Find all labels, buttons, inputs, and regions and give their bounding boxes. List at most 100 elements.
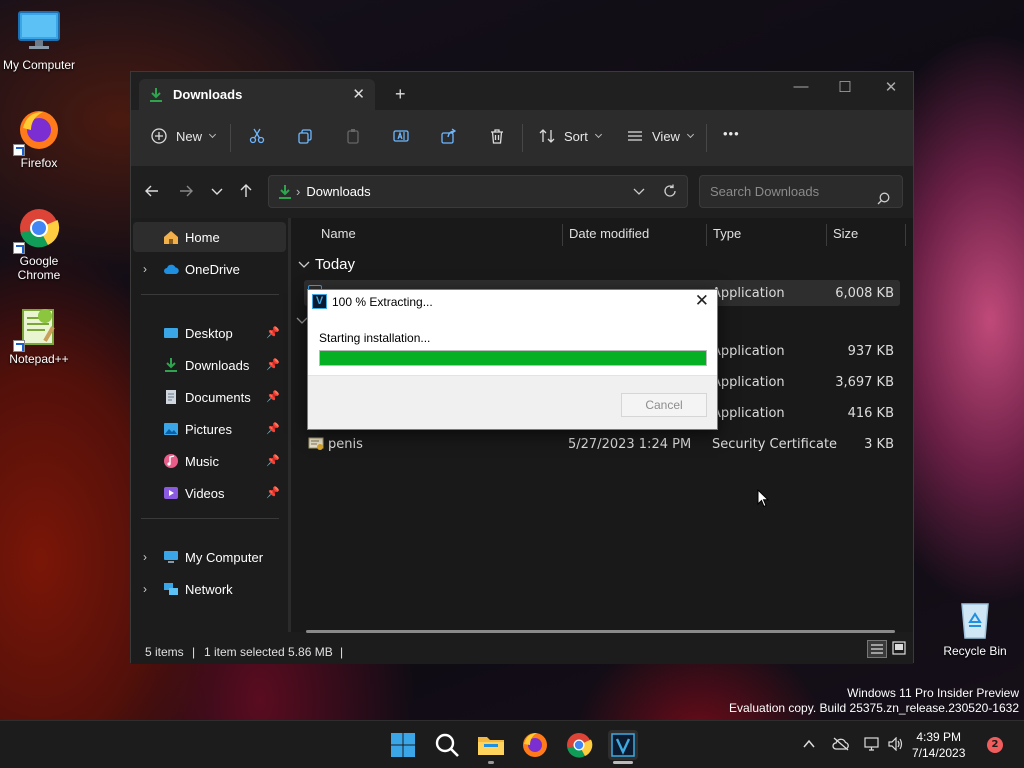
rename-button[interactable] [393,128,409,144]
nav-label: My Computer [185,549,264,565]
file-type: Application [712,406,785,421]
taskbar-file-explorer[interactable] [476,730,506,764]
tab-downloads[interactable]: Downloads ✕ [139,79,375,110]
nav-label: Desktop [185,325,233,341]
taskbar-firefox[interactable] [520,730,550,760]
chevron-down-icon [211,188,223,195]
search-input[interactable]: Search Downloads [699,175,903,208]
desktop-icon-notepadpp[interactable]: Notepad++ [0,304,78,366]
address-bar[interactable]: › Downloads [268,175,688,208]
evaluation-watermark: Windows 11 Pro Insider Preview Evaluatio… [729,686,1019,716]
paste-button[interactable] [345,128,361,144]
nav-item-downloads[interactable]: Downloads 📌 [133,350,286,380]
taskbar-chrome[interactable] [564,730,594,760]
progress-fill [320,351,706,365]
delete-button[interactable] [489,128,505,144]
nav-item-onedrive[interactable]: OneDrive [133,254,286,284]
search-icon [877,185,890,216]
clipboard-icon [347,129,359,144]
mouse-cursor-icon [757,489,769,508]
sort-button[interactable]: Sort [539,128,602,144]
nav-item-pictures[interactable]: Pictures 📌 [133,414,286,444]
certificate-icon [308,436,324,456]
minimize-button[interactable]: — [781,78,821,95]
refresh-icon[interactable] [663,184,677,201]
more-options-button[interactable]: ••• [723,126,740,141]
details-view-button[interactable] [867,640,887,658]
notification-badge[interactable]: 2 [987,737,1003,753]
dialog-body: Starting installation... [308,314,717,376]
show-hidden-icons-button[interactable] [802,737,816,755]
desktop-icon-firefox[interactable]: Firefox [0,108,78,170]
file-size: 6,008 KB [835,286,894,301]
address-history-chevron-icon[interactable] [633,185,645,200]
shortcut-arrow-icon [13,340,25,352]
onedrive-tray-icon[interactable] [832,737,850,755]
nav-item-home[interactable]: Home [133,222,286,252]
pictures-icon [163,421,179,437]
close-window-button[interactable]: ✕ [871,78,911,96]
shortcut-arrow-icon [13,144,25,156]
nav-item-music[interactable]: Music 📌 [133,446,286,476]
document-icon [163,389,179,405]
arrow-left-icon [145,185,158,197]
music-icon [163,453,179,469]
desktop-icon-label: Google Chrome [17,254,61,282]
file-size: 416 KB [847,406,894,421]
desktop-icon-my-computer[interactable]: My Computer [0,10,78,72]
status-divider: | [340,645,344,659]
desktop-icon-google-chrome[interactable]: Google Chrome [0,206,78,282]
cancel-button[interactable]: Cancel [621,393,707,417]
pin-icon: 📌 [266,327,280,339]
chrome-icon [13,206,61,254]
nav-item-videos[interactable]: Videos 📌 [133,478,286,508]
recycle-bin-icon [953,596,997,640]
app-logo-icon [611,733,635,757]
video-icon [163,485,179,501]
nav-item-my-computer[interactable]: My Computer [133,542,286,572]
search-button[interactable] [432,730,462,760]
copy-button[interactable] [297,128,313,144]
file-size: 3 KB [864,437,894,452]
new-button[interactable]: New [151,128,217,144]
file-type: Application [712,344,785,359]
forward-button[interactable] [178,183,194,204]
horizontal-scrollbar[interactable] [307,630,895,633]
taskbar-installer-app[interactable] [608,730,638,764]
nav-label: Home [185,229,220,245]
volume-tray-icon[interactable] [888,736,904,755]
more-options-label: ••• [723,126,740,141]
nav-item-desktop[interactable]: Desktop 📌 [133,318,286,348]
tab-close-button[interactable]: ✕ [352,85,365,103]
desktop-icon-recycle-bin[interactable]: Recycle Bin [936,596,1014,658]
start-button[interactable] [388,730,418,760]
new-tab-button[interactable]: + [395,84,406,105]
windows-logo-icon [391,733,415,757]
file-date: 5/27/2023 1:24 PM [568,437,692,452]
dialog-close-button[interactable]: ✕ [695,291,709,311]
maximize-button[interactable]: ☐ [825,78,865,96]
cut-button[interactable] [249,128,265,144]
back-button[interactable] [144,183,160,204]
breadcrumb-downloads[interactable]: Downloads [306,184,370,199]
share-button[interactable] [441,128,457,144]
dialog-title-bar: V 100 % Extracting... ✕ [308,290,717,314]
desktop-icon-label: Firefox [20,156,58,170]
network-tray-icon[interactable] [864,737,880,755]
tiles-view-button[interactable] [891,640,909,658]
view-button[interactable]: View [627,128,694,144]
nav-item-documents[interactable]: Documents 📌 [133,382,286,412]
desktop-icon [163,325,179,341]
up-button[interactable] [238,183,254,204]
nav-label: OneDrive [185,261,240,277]
taskbar-clock[interactable]: 4:39 PM 7/14/2023 [912,729,965,761]
pin-icon: 📌 [266,359,280,371]
nav-item-network[interactable]: Network [133,574,286,604]
file-name: penis [328,437,363,452]
recent-locations-button[interactable] [210,183,224,204]
rename-icon [393,130,409,142]
sort-arrows-icon [539,129,555,143]
file-row[interactable]: penis 5/27/2023 1:24 PM Security Certifi… [304,431,900,457]
nav-label: Documents [185,389,251,405]
nav-label: Downloads [185,357,250,373]
